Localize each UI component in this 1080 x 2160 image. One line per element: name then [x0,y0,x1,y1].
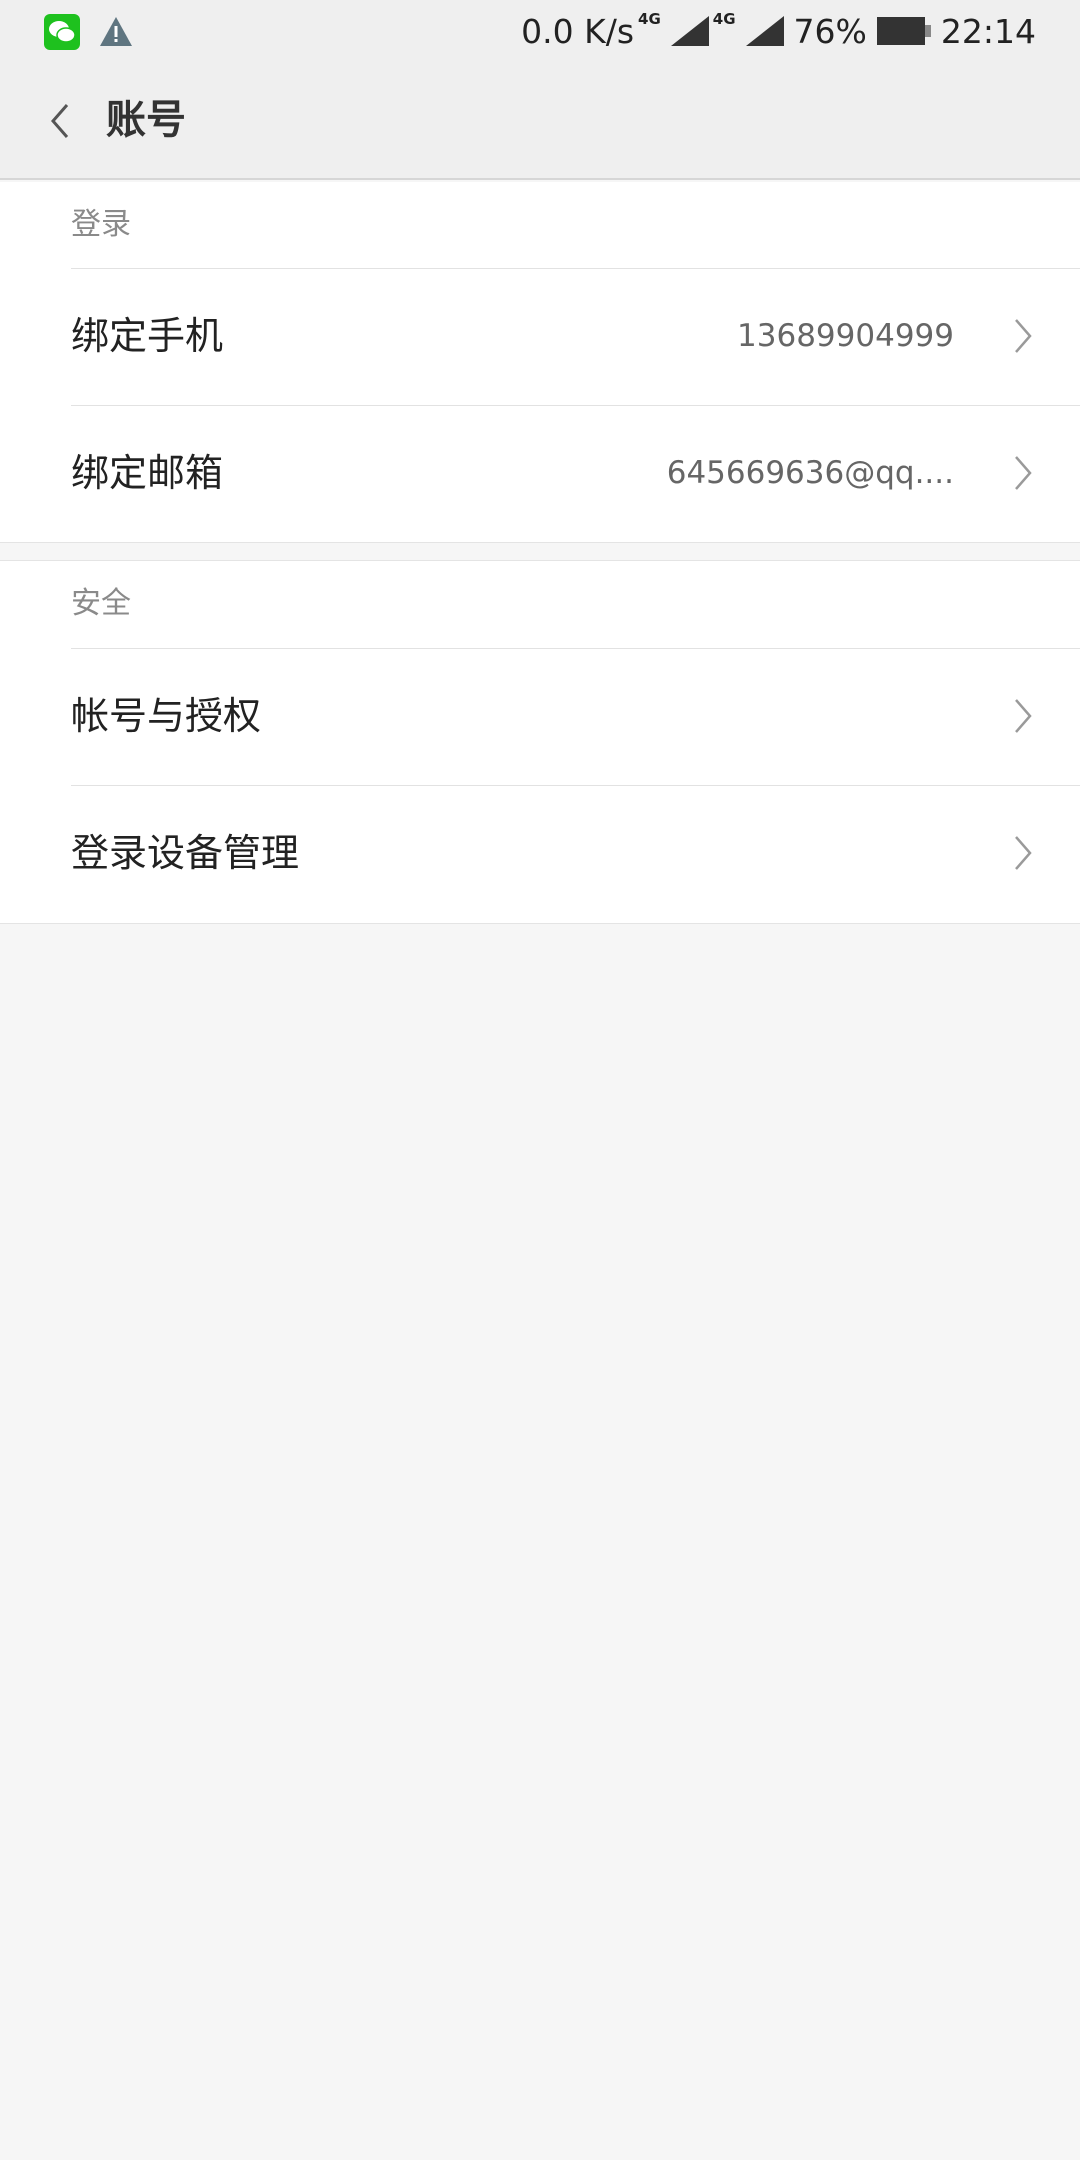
notification-icons [44,14,134,50]
section-header-login: 登录 [71,207,131,242]
row-label: 登录设备管理 [71,831,300,875]
warning-icon [98,14,134,50]
row-value: 13689904999 [737,318,954,354]
chevron-right-icon [1015,456,1032,490]
account-authorization-row[interactable]: 帐号与授权 [0,648,1080,785]
row-value: 645669636@qq.... [666,455,954,491]
chevron-right-icon [1015,699,1032,733]
login-section: 登录 绑定手机 13689904999 绑定邮箱 645669636@qq...… [0,182,1080,543]
wechat-icon [44,14,80,50]
chevron-left-icon [51,104,69,138]
back-button[interactable] [30,88,90,154]
signal-icon [670,16,709,46]
bind-email-row[interactable]: 绑定邮箱 645669636@qq.... [0,405,1080,542]
security-section: 安全 帐号与授权 登录设备管理 [0,560,1080,924]
row-label: 帐号与授权 [71,694,262,738]
signal-icon [745,16,784,46]
section-header-security: 安全 [71,586,131,621]
status-bar: 0.0 K/s 4G 4G 76% 22:14 [0,0,1080,62]
battery-level: 76% [793,11,867,51]
chevron-right-icon [1015,319,1032,353]
toolbar: 账号 [0,62,1080,180]
bind-phone-row[interactable]: 绑定手机 13689904999 [0,268,1080,405]
status-indicators: 0.0 K/s 4G 4G 76% 22:14 [521,0,1036,62]
row-label: 绑定手机 [71,314,224,358]
network-type-1: 4G [638,10,661,28]
clock: 22:14 [940,11,1036,51]
network-type-2: 4G [712,10,736,28]
row-label: 绑定邮箱 [71,451,224,495]
chevron-right-icon [1015,836,1032,870]
net-speed: 0.0 K/s [521,11,635,51]
page-title: 账号 [106,97,186,143]
login-device-management-row[interactable]: 登录设备管理 [0,785,1080,922]
battery-icon [876,17,931,45]
